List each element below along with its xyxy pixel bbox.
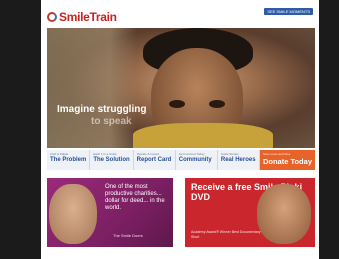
promo-dvd-offer[interactable]: Receive a free Smile Pinki DVD Academy A…	[185, 178, 315, 247]
promo-dvd-caption: Academy Award® Winner Best Documentary S…	[191, 230, 261, 239]
smile-train-logo[interactable]: SmileTrain	[47, 10, 117, 24]
hero-banner[interactable]: Imagine struggling to speak	[47, 28, 315, 148]
hero-child-shirt	[133, 123, 273, 148]
promo-charity-quote[interactable]: One of the most productive charities... …	[47, 178, 173, 247]
eye-right	[209, 100, 225, 108]
hero-background	[47, 28, 137, 148]
smile-logo-icon	[47, 12, 57, 22]
promo-child-photo	[49, 184, 97, 244]
donate-label: Donate Today	[262, 157, 312, 166]
promo-dvd-child-photo	[257, 184, 311, 244]
hero-headline: Imagine struggling to speak	[57, 104, 146, 128]
hero-headline-line2: to speak	[91, 116, 132, 127]
nav-label: The Problem	[50, 157, 87, 163]
top-link-button[interactable]: SEE SMILE MOMENTS	[264, 8, 313, 15]
nav-label: The Solution	[93, 157, 130, 163]
nav-item-problem[interactable]: Cleft & Palate The Problem	[47, 150, 91, 170]
logo-text: SmileTrain	[59, 10, 117, 24]
main-nav: Cleft & Palate The Problem Each 1 is a S…	[47, 150, 315, 170]
eye-left	[169, 100, 185, 108]
page: SmileTrain SEE SMILE MOMENTS Imagine str…	[41, 0, 319, 259]
nav-item-solution[interactable]: Each 1 is a Smile The Solution	[90, 150, 134, 170]
donate-button[interactable]: Save Lives and Give Donate Today	[259, 150, 315, 170]
nav-item-report-card[interactable]: Results & Impact Report Card	[134, 150, 176, 170]
nav-label: Report Card	[136, 157, 172, 163]
promo-quote-text: One of the most productive charities... …	[105, 184, 165, 211]
nav-label: Real Heroes	[220, 157, 256, 163]
nav-item-community[interactable]: Get Involved Today Community	[176, 150, 218, 170]
promo-quote-link[interactable]: The Smile Doers	[113, 233, 143, 238]
nav-item-real-heroes[interactable]: Smile Stories Real Heroes	[218, 150, 260, 170]
nav-label: Community	[178, 157, 212, 163]
hero-headline-line1: Imagine struggling	[57, 104, 147, 115]
